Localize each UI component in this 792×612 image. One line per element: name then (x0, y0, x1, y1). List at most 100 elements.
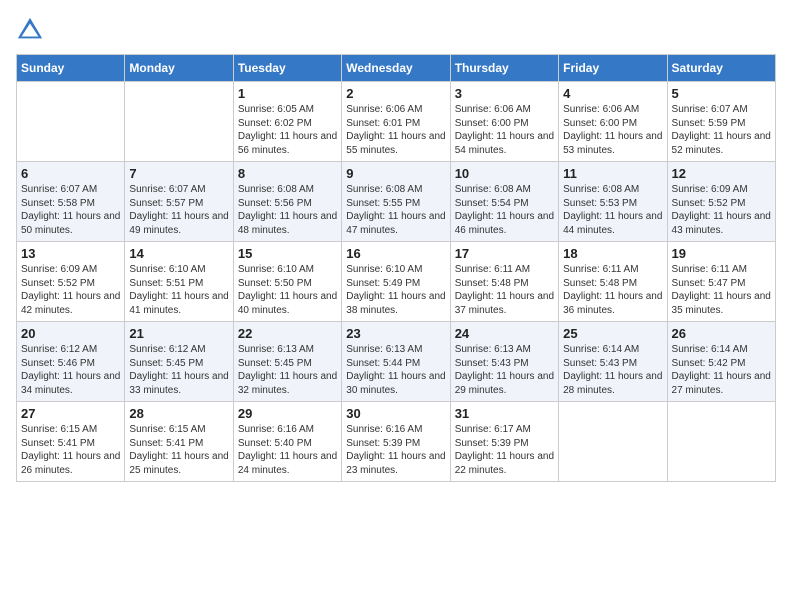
day-info: Sunrise: 6:13 AM Sunset: 5:45 PM Dayligh… (238, 343, 337, 397)
day-info: Sunrise: 6:14 AM Sunset: 5:42 PM Dayligh… (672, 343, 771, 397)
day-number: 3 (455, 86, 554, 101)
day-number: 17 (455, 246, 554, 261)
day-number: 27 (21, 406, 120, 421)
day-number: 31 (455, 406, 554, 421)
calendar-cell: 28 Sunrise: 6:15 AM Sunset: 5:41 PM Dayli… (125, 402, 233, 482)
calendar-cell (17, 82, 125, 162)
calendar-week-row: 27 Sunrise: 6:15 AM Sunset: 5:41 PM Dayli… (17, 402, 776, 482)
day-number: 21 (129, 326, 228, 341)
day-info: Sunrise: 6:07 AM Sunset: 5:58 PM Dayligh… (21, 183, 120, 237)
day-info: Sunrise: 6:05 AM Sunset: 6:02 PM Dayligh… (238, 103, 337, 157)
calendar-cell: 22 Sunrise: 6:13 AM Sunset: 5:45 PM Dayli… (233, 322, 341, 402)
day-number: 29 (238, 406, 337, 421)
day-info: Sunrise: 6:08 AM Sunset: 5:56 PM Dayligh… (238, 183, 337, 237)
day-info: Sunrise: 6:15 AM Sunset: 5:41 PM Dayligh… (21, 423, 120, 477)
day-number: 18 (563, 246, 662, 261)
day-info: Sunrise: 6:12 AM Sunset: 5:46 PM Dayligh… (21, 343, 120, 397)
day-info: Sunrise: 6:12 AM Sunset: 5:45 PM Dayligh… (129, 343, 228, 397)
calendar-cell: 29Sunrise: 6:16 AM Sunset: 5:40 PM Dayli… (233, 402, 341, 482)
calendar-cell: 16 Sunrise: 6:10 AM Sunset: 5:49 PM Dayli… (342, 242, 450, 322)
calendar-cell: 12 Sunrise: 6:09 AM Sunset: 5:52 PM Dayli… (667, 162, 775, 242)
day-number: 28 (129, 406, 228, 421)
calendar-cell: 2 Sunrise: 6:06 AM Sunset: 6:01 PM Daylig… (342, 82, 450, 162)
day-number: 2 (346, 86, 445, 101)
calendar-week-row: 6 Sunrise: 6:07 AM Sunset: 5:58 PM Daylig… (17, 162, 776, 242)
day-number: 11 (563, 166, 662, 181)
day-number: 16 (346, 246, 445, 261)
calendar-cell (559, 402, 667, 482)
day-info: Sunrise: 6:13 AM Sunset: 5:43 PM Dayligh… (455, 343, 554, 397)
day-of-week-header: Tuesday (233, 55, 341, 82)
calendar-cell: 11 Sunrise: 6:08 AM Sunset: 5:53 PM Dayli… (559, 162, 667, 242)
day-info: Sunrise: 6:11 AM Sunset: 5:47 PM Dayligh… (672, 263, 771, 317)
calendar-cell: 24 Sunrise: 6:13 AM Sunset: 5:43 PM Dayli… (450, 322, 558, 402)
day-number: 22 (238, 326, 337, 341)
calendar-cell: 30 Sunrise: 6:16 AM Sunset: 5:39 PM Dayli… (342, 402, 450, 482)
day-info: Sunrise: 6:14 AM Sunset: 5:43 PM Dayligh… (563, 343, 662, 397)
day-info: Sunrise: 6:11 AM Sunset: 5:48 PM Dayligh… (563, 263, 662, 317)
day-number: 24 (455, 326, 554, 341)
calendar-week-row: 13Sunrise: 6:09 AM Sunset: 5:52 PM Dayli… (17, 242, 776, 322)
day-info: Sunrise: 6:17 AM Sunset: 5:39 PM Dayligh… (455, 423, 554, 477)
day-info: Sunrise: 6:11 AM Sunset: 5:48 PM Dayligh… (455, 263, 554, 317)
calendar-cell: 6 Sunrise: 6:07 AM Sunset: 5:58 PM Daylig… (17, 162, 125, 242)
calendar-cell: 7 Sunrise: 6:07 AM Sunset: 5:57 PM Daylig… (125, 162, 233, 242)
day-number: 12 (672, 166, 771, 181)
day-info: Sunrise: 6:09 AM Sunset: 5:52 PM Dayligh… (672, 183, 771, 237)
day-info: Sunrise: 6:16 AM Sunset: 5:39 PM Dayligh… (346, 423, 445, 477)
calendar-cell: 21 Sunrise: 6:12 AM Sunset: 5:45 PM Dayli… (125, 322, 233, 402)
day-info: Sunrise: 6:15 AM Sunset: 5:41 PM Dayligh… (129, 423, 228, 477)
day-number: 1 (238, 86, 337, 101)
day-info: Sunrise: 6:10 AM Sunset: 5:50 PM Dayligh… (238, 263, 337, 317)
day-number: 6 (21, 166, 120, 181)
day-info: Sunrise: 6:10 AM Sunset: 5:51 PM Dayligh… (129, 263, 228, 317)
day-of-week-header: Friday (559, 55, 667, 82)
calendar-cell: 1 Sunrise: 6:05 AM Sunset: 6:02 PM Daylig… (233, 82, 341, 162)
calendar-cell: 9Sunrise: 6:08 AM Sunset: 5:55 PM Daylig… (342, 162, 450, 242)
day-info: Sunrise: 6:08 AM Sunset: 5:55 PM Dayligh… (346, 183, 445, 237)
calendar-cell: 25 Sunrise: 6:14 AM Sunset: 5:43 PM Dayli… (559, 322, 667, 402)
day-number: 4 (563, 86, 662, 101)
calendar-cell: 3 Sunrise: 6:06 AM Sunset: 6:00 PM Daylig… (450, 82, 558, 162)
calendar-week-row: 1 Sunrise: 6:05 AM Sunset: 6:02 PM Daylig… (17, 82, 776, 162)
page-header (16, 16, 776, 44)
calendar-cell: 10 Sunrise: 6:08 AM Sunset: 5:54 PM Dayli… (450, 162, 558, 242)
calendar-cell: 31 Sunrise: 6:17 AM Sunset: 5:39 PM Dayli… (450, 402, 558, 482)
day-info: Sunrise: 6:08 AM Sunset: 5:53 PM Dayligh… (563, 183, 662, 237)
day-number: 23 (346, 326, 445, 341)
calendar-cell: 14 Sunrise: 6:10 AM Sunset: 5:51 PM Dayli… (125, 242, 233, 322)
day-number: 10 (455, 166, 554, 181)
calendar-week-row: 20 Sunrise: 6:12 AM Sunset: 5:46 PM Dayli… (17, 322, 776, 402)
calendar-cell: 23Sunrise: 6:13 AM Sunset: 5:44 PM Dayli… (342, 322, 450, 402)
day-number: 26 (672, 326, 771, 341)
day-number: 7 (129, 166, 228, 181)
logo (16, 16, 48, 44)
calendar-table: SundayMondayTuesdayWednesdayThursdayFrid… (16, 54, 776, 482)
calendar-cell (125, 82, 233, 162)
calendar-cell: 18 Sunrise: 6:11 AM Sunset: 5:48 PM Dayli… (559, 242, 667, 322)
day-number: 20 (21, 326, 120, 341)
calendar-cell: 19Sunrise: 6:11 AM Sunset: 5:47 PM Dayli… (667, 242, 775, 322)
day-info: Sunrise: 6:06 AM Sunset: 6:01 PM Dayligh… (346, 103, 445, 157)
day-of-week-header: Saturday (667, 55, 775, 82)
day-number: 5 (672, 86, 771, 101)
day-info: Sunrise: 6:06 AM Sunset: 6:00 PM Dayligh… (455, 103, 554, 157)
day-number: 25 (563, 326, 662, 341)
day-number: 30 (346, 406, 445, 421)
calendar-cell: 26 Sunrise: 6:14 AM Sunset: 5:42 PM Dayli… (667, 322, 775, 402)
day-info: Sunrise: 6:10 AM Sunset: 5:49 PM Dayligh… (346, 263, 445, 317)
calendar-cell: 8 Sunrise: 6:08 AM Sunset: 5:56 PM Daylig… (233, 162, 341, 242)
calendar-cell: 15Sunrise: 6:10 AM Sunset: 5:50 PM Dayli… (233, 242, 341, 322)
day-info: Sunrise: 6:07 AM Sunset: 5:59 PM Dayligh… (672, 103, 771, 157)
calendar-cell: 13Sunrise: 6:09 AM Sunset: 5:52 PM Dayli… (17, 242, 125, 322)
day-info: Sunrise: 6:07 AM Sunset: 5:57 PM Dayligh… (129, 183, 228, 237)
day-number: 13 (21, 246, 120, 261)
calendar-cell: 20 Sunrise: 6:12 AM Sunset: 5:46 PM Dayli… (17, 322, 125, 402)
day-number: 14 (129, 246, 228, 261)
calendar-header-row: SundayMondayTuesdayWednesdayThursdayFrid… (17, 55, 776, 82)
day-number: 8 (238, 166, 337, 181)
day-of-week-header: Wednesday (342, 55, 450, 82)
day-info: Sunrise: 6:08 AM Sunset: 5:54 PM Dayligh… (455, 183, 554, 237)
calendar-cell: 4Sunrise: 6:06 AM Sunset: 6:00 PM Daylig… (559, 82, 667, 162)
day-of-week-header: Sunday (17, 55, 125, 82)
